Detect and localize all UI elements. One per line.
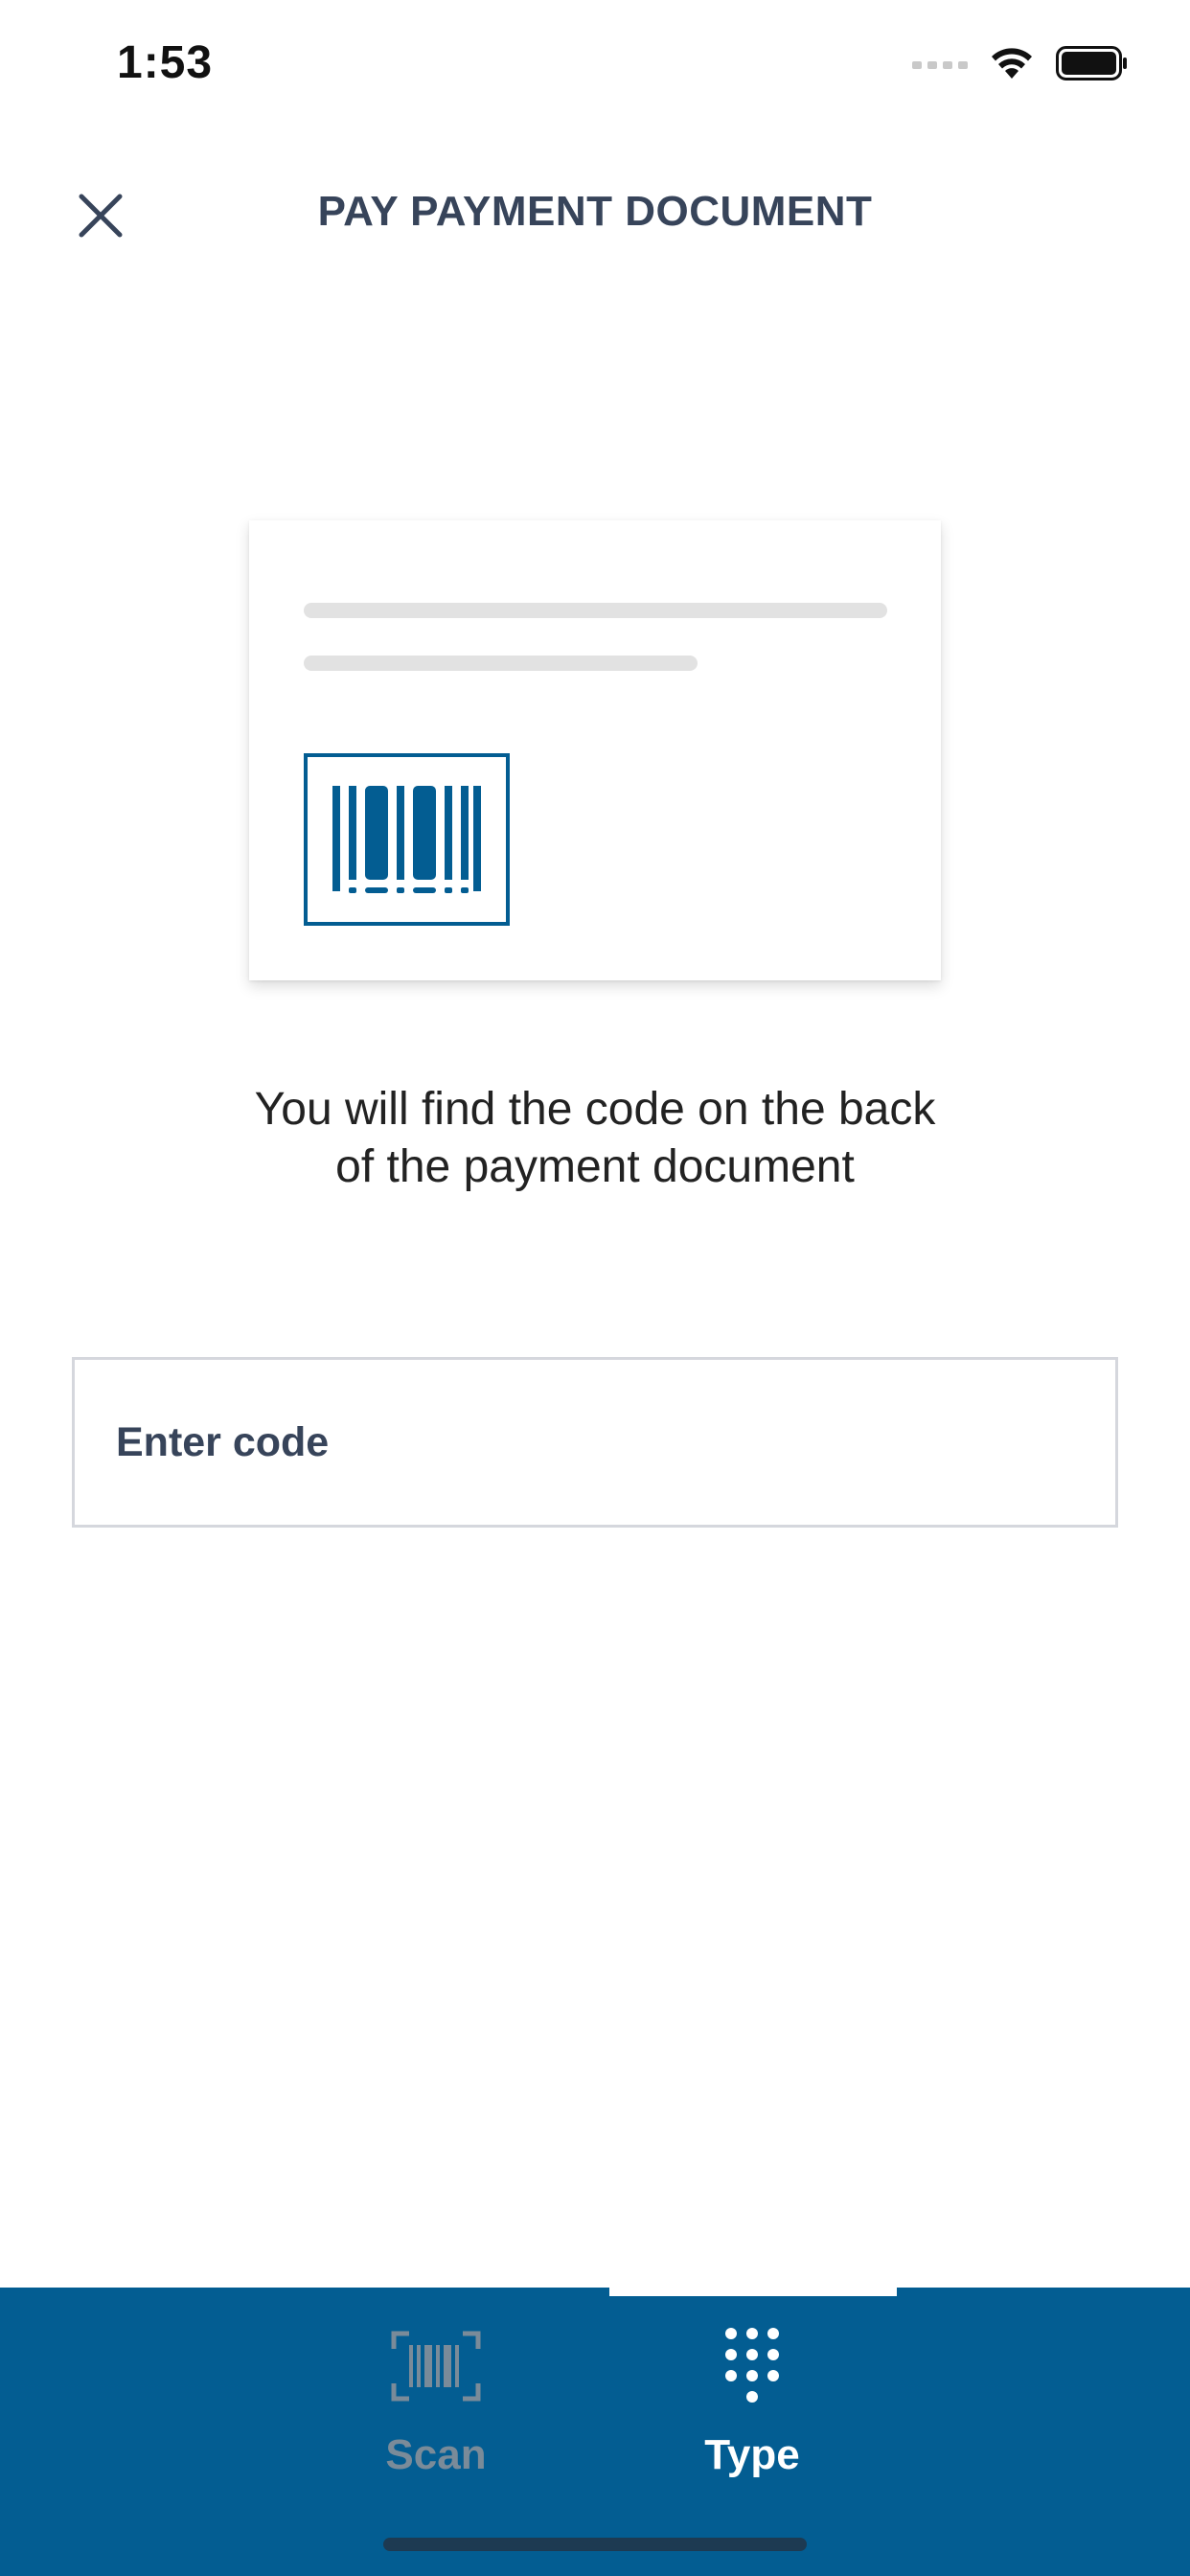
status-time: 1:53 — [117, 37, 214, 88]
status-icons — [912, 46, 1129, 80]
home-indicator[interactable] — [383, 2538, 807, 2551]
payment-document-illustration — [249, 520, 941, 980]
bottom-tab-bar: Scan Type — [0, 2288, 1190, 2576]
battery-icon — [1056, 46, 1127, 80]
barcode-scan-icon — [388, 2326, 484, 2406]
keypad-icon — [704, 2326, 800, 2406]
document-text-line — [304, 603, 887, 618]
tab-type-label: Type — [704, 2431, 800, 2478]
barcode-icon — [304, 753, 510, 926]
tab-scan[interactable]: Scan — [321, 2326, 551, 2498]
hint-line-1: You will find the code on the back — [254, 1084, 936, 1135]
document-text-line — [304, 656, 698, 671]
page-title: PAY PAYMENT DOCUMENT — [317, 188, 873, 235]
code-location-hint: You will find the code on the back of th… — [164, 1081, 1026, 1196]
signal-icon — [912, 61, 968, 69]
tab-scan-label: Scan — [385, 2431, 487, 2478]
code-input[interactable] — [72, 1357, 1118, 1528]
tab-type[interactable]: Type — [637, 2326, 867, 2498]
pay-payment-document-screen: 1:53 PAY PAYMENT DOCUMENT You will find … — [0, 0, 1190, 2576]
wifi-icon — [992, 48, 1032, 79]
hint-line-2: of the payment document — [335, 1141, 855, 1192]
active-tab-indicator — [609, 2288, 897, 2296]
